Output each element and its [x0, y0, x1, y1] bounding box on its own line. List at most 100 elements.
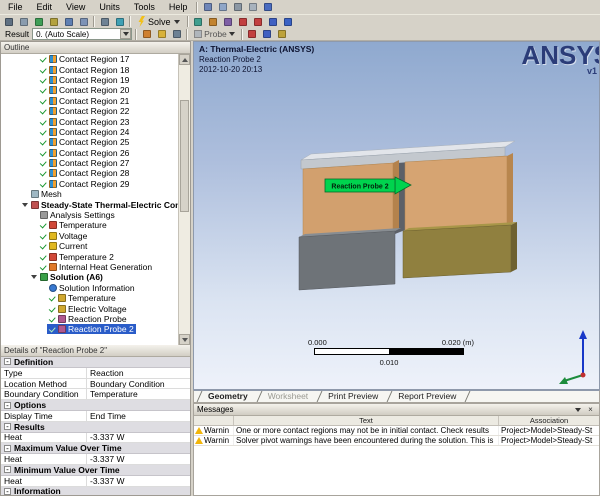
menu-edit[interactable]: Edit — [31, 1, 59, 13]
details-property-value[interactable]: -3.337 W — [87, 454, 190, 464]
coordinate-triad-icon[interactable] — [555, 329, 595, 385]
tree-item-contact-region-22[interactable]: Contact Region 22 — [1, 106, 178, 116]
tree-item-reaction-probe-2[interactable]: Reaction Probe 2 — [1, 324, 178, 335]
tab-report-preview[interactable]: Report Preview — [389, 391, 467, 402]
tab-geometry[interactable]: Geometry — [199, 391, 259, 402]
element-edges-icon[interactable] — [170, 28, 183, 40]
show-errors-icon[interactable] — [237, 16, 250, 28]
main-toolbar: Solve — [0, 14, 600, 28]
menu-help[interactable]: Help — [163, 1, 194, 13]
chevron-down-icon[interactable] — [120, 29, 132, 39]
max-annotation-icon[interactable] — [252, 16, 265, 28]
tree-item-contact-region-21[interactable]: Contact Region 21 — [1, 96, 178, 106]
tree-item-contact-region-18[interactable]: Contact Region 18 — [1, 64, 178, 75]
copy-icon[interactable] — [246, 1, 259, 13]
menu-tools[interactable]: Tools — [128, 1, 161, 13]
collapse-icon[interactable]: - — [4, 487, 11, 495]
min-probe-icon[interactable] — [261, 28, 274, 40]
collapse-icon[interactable]: - — [4, 423, 11, 431]
tree-item-solution-information[interactable]: Solution Information — [1, 283, 178, 293]
details-category-definition[interactable]: - Definition — [1, 357, 190, 368]
details-category-information[interactable]: - Information — [1, 486, 190, 495]
details-property-value[interactable]: Temperature — [87, 389, 190, 399]
solve-button[interactable]: Solve — [134, 16, 184, 27]
smooth-contour-icon[interactable] — [155, 28, 168, 40]
details-category-results[interactable]: - Results — [1, 422, 190, 433]
help-context-icon[interactable] — [261, 1, 274, 13]
tree-item-contact-region-20[interactable]: Contact Region 20 — [1, 85, 178, 95]
timeline-chart-icon[interactable] — [276, 28, 289, 40]
box-select-icon[interactable] — [17, 16, 30, 28]
tree-item-contact-region-23[interactable]: Contact Region 23 — [1, 116, 178, 127]
back-icon[interactable] — [201, 1, 214, 13]
expander-icon[interactable] — [30, 273, 38, 281]
tree-item-contact-region-24[interactable]: Contact Region 24 — [1, 127, 178, 137]
details-property-value[interactable]: End Time — [87, 411, 190, 421]
tree-item-contact-region-29[interactable]: Contact Region 29 — [1, 179, 178, 189]
tree-item-reaction-probe[interactable]: Reaction Probe — [1, 314, 178, 324]
wireframe-icon[interactable] — [98, 16, 111, 28]
tree-item-mesh[interactable]: Mesh — [1, 189, 178, 199]
details-property-value[interactable]: -3.337 W — [87, 476, 190, 486]
zoom-icon[interactable] — [62, 16, 75, 28]
print-icon[interactable] — [231, 1, 244, 13]
tree-item-contact-region-26[interactable]: Contact Region 26 — [1, 148, 178, 158]
pan-icon[interactable] — [47, 16, 60, 28]
tree-item-temperature-2[interactable]: Temperature 2 — [1, 251, 178, 262]
tree-item-steady-state-thermal-electric-con[interactable]: Steady-State Thermal-Electric Con — [1, 199, 178, 210]
menu-view[interactable]: View — [60, 1, 91, 13]
auto-hide-icon[interactable] — [572, 405, 583, 415]
graphics-viewport[interactable]: A: Thermal-Electric (ANSYS) Reaction Pro… — [193, 41, 600, 390]
chart-icon[interactable] — [207, 16, 220, 28]
menu-units[interactable]: Units — [93, 1, 126, 13]
worksheet-icon[interactable] — [192, 16, 205, 28]
scroll-thumb[interactable] — [180, 100, 189, 212]
collapse-icon[interactable]: - — [4, 401, 11, 409]
select-cursor-icon[interactable] — [2, 16, 15, 28]
tree-item-voltage[interactable]: Voltage — [1, 231, 178, 241]
message-row[interactable]: Warnin Solver pivot warnings have been en… — [194, 436, 599, 446]
tree-item-contact-region-17[interactable]: Contact Region 17 — [1, 54, 178, 64]
help-icon[interactable] — [282, 16, 295, 28]
tree-item-contact-region-28[interactable]: Contact Region 28 — [1, 168, 178, 178]
tree-item-analysis-settings[interactable]: Analysis Settings — [1, 210, 178, 220]
contour-bands-icon[interactable] — [140, 28, 153, 40]
tab-print-preview[interactable]: Print Preview — [319, 391, 389, 402]
collapse-icon[interactable]: - — [4, 444, 11, 452]
details-property-value[interactable]: -3.337 W — [87, 433, 190, 443]
max-probe-icon[interactable] — [246, 28, 259, 40]
image-capture-icon[interactable] — [222, 16, 235, 28]
tree-item-solution-a6[interactable]: Solution (A6) — [1, 272, 178, 282]
tree-item-temperature[interactable]: Temperature — [1, 293, 178, 303]
tab-worksheet[interactable]: Worksheet — [259, 391, 319, 402]
details-category-minimum-value-over-time[interactable]: - Minimum Value Over Time — [1, 465, 190, 476]
tree-item-electric-voltage[interactable]: Electric Voltage — [1, 303, 178, 314]
outline-scrollbar[interactable] — [178, 54, 190, 345]
rotate-icon[interactable] — [32, 16, 45, 28]
probe-button[interactable]: Probe — [191, 29, 238, 39]
scroll-down-icon[interactable] — [179, 334, 190, 345]
model-3d[interactable]: Reaction Probe 2 — [289, 130, 519, 296]
close-icon[interactable]: × — [585, 405, 596, 415]
collapse-icon[interactable]: - — [4, 358, 11, 366]
tree-item-internal-heat-generation[interactable]: Internal Heat Generation — [1, 262, 178, 272]
result-scale-combo[interactable]: 0. (Auto Scale) — [32, 28, 133, 40]
expander-icon[interactable] — [21, 201, 29, 209]
collapse-icon[interactable]: - — [4, 466, 11, 474]
tree-item-contact-region-25[interactable]: Contact Region 25 — [1, 137, 178, 147]
details-property-value[interactable]: Boundary Condition — [87, 379, 190, 389]
details-property-value[interactable]: Reaction — [87, 368, 190, 378]
message-row[interactable]: Warnin One or more contact regions may no… — [194, 426, 599, 436]
zoom-fit-icon[interactable] — [77, 16, 90, 28]
tree-item-current[interactable]: Current — [1, 241, 178, 251]
forward-icon[interactable] — [216, 1, 229, 13]
scroll-up-icon[interactable] — [179, 54, 190, 65]
tree-item-contact-region-27[interactable]: Contact Region 27 — [1, 158, 178, 168]
min-annotation-icon[interactable] — [267, 16, 280, 28]
details-category-options[interactable]: - Options — [1, 400, 190, 411]
tree-item-contact-region-19[interactable]: Contact Region 19 — [1, 75, 178, 85]
mesh-display-icon[interactable] — [113, 16, 126, 28]
tree-item-temperature[interactable]: Temperature — [1, 220, 178, 230]
menu-file[interactable]: File — [2, 1, 29, 13]
details-category-maximum-value-over-time[interactable]: - Maximum Value Over Time — [1, 443, 190, 455]
